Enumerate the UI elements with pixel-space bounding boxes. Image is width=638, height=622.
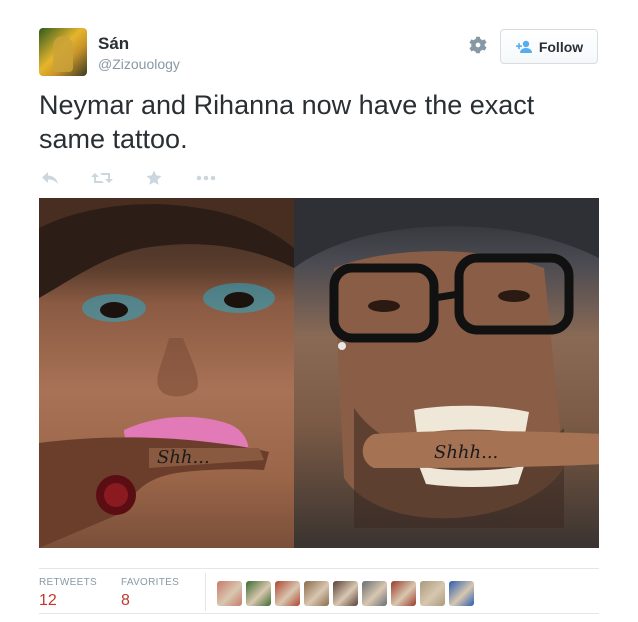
- retweet-icon: [91, 173, 113, 183]
- reply-icon: [42, 172, 58, 184]
- rihanna-tattoo-text: Shh...: [157, 447, 210, 468]
- user-handle[interactable]: @Zizouology: [98, 56, 180, 72]
- favoriter-avatar[interactable]: [246, 581, 271, 606]
- avatar-figure: [53, 36, 73, 72]
- stats-divider: [205, 573, 206, 611]
- reply-button[interactable]: [39, 168, 61, 188]
- gear-icon[interactable]: [467, 34, 489, 56]
- favorite-star-icon: [146, 170, 162, 185]
- favoriter-avatar[interactable]: [449, 581, 474, 606]
- favorite-button[interactable]: [143, 168, 165, 188]
- favorites-count: 8: [121, 592, 130, 609]
- rihanna-photo: Shh...: [39, 198, 294, 548]
- retweets-stat[interactable]: RETWEETS 12: [39, 577, 97, 610]
- neymar-tattoo-text: Shhh...: [434, 442, 498, 463]
- favoriter-avatar[interactable]: [275, 581, 300, 606]
- add-user-icon: [515, 40, 532, 53]
- favoriter-avatar[interactable]: [304, 581, 329, 606]
- follow-button[interactable]: Follow: [500, 29, 598, 64]
- tweet-card: Sán @Zizouology Follow Neymar and Rihann…: [0, 0, 638, 622]
- favoriter-avatar[interactable]: [362, 581, 387, 606]
- follow-button-label: Follow: [538, 38, 584, 55]
- tweet-text: Neymar and Rihanna now have the exact sa…: [39, 90, 535, 154]
- favoriter-avatar[interactable]: [391, 581, 416, 606]
- display-name[interactable]: Sán: [98, 34, 129, 54]
- favoriters-avatars: [217, 581, 474, 607]
- favoriter-avatar[interactable]: [420, 581, 445, 606]
- retweets-label: RETWEETS: [39, 577, 97, 588]
- avatar[interactable]: [39, 28, 87, 76]
- retweets-count: 12: [39, 592, 57, 609]
- favoriter-avatar[interactable]: [217, 581, 242, 606]
- more-options-icon: [196, 175, 216, 181]
- favorites-label: FAVORITES: [121, 577, 180, 588]
- more-options-button[interactable]: [195, 168, 217, 188]
- tweet-stats: RETWEETS 12 FAVORITES 8: [39, 568, 599, 614]
- favoriter-avatar[interactable]: [333, 581, 358, 606]
- retweet-button[interactable]: [91, 168, 113, 188]
- neymar-photo: Shhh...: [294, 198, 599, 548]
- favorites-stat[interactable]: FAVORITES 8: [121, 577, 179, 610]
- tweet-media[interactable]: Shh... Shhh...: [39, 198, 599, 548]
